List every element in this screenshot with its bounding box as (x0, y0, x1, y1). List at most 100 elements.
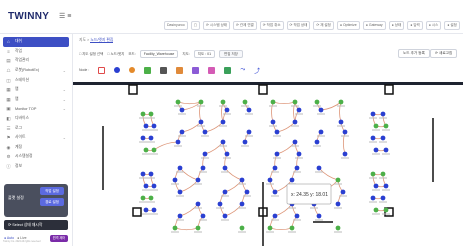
map-edge[interactable] (342, 131, 346, 155)
map-node[interactable] (370, 171, 376, 177)
map-node[interactable] (383, 147, 389, 153)
map-node[interactable] (195, 177, 201, 183)
map-node[interactable] (175, 139, 181, 145)
map-node[interactable] (335, 201, 341, 207)
map-node[interactable] (220, 139, 226, 145)
status-cell[interactable]: ▢ (190, 8, 201, 30)
map-node[interactable] (177, 165, 183, 171)
map-node[interactable] (148, 195, 154, 201)
map-node[interactable] (172, 225, 178, 231)
chevron-down-icon[interactable]: ⌄ (63, 68, 66, 73)
map-node[interactable] (195, 201, 201, 207)
blue-dot-tool-icon[interactable] (114, 67, 121, 73)
status-value[interactable]: ● 시스 (425, 21, 442, 30)
map-node[interactable] (380, 171, 386, 177)
chevron-down-icon[interactable]: ⌄ (63, 87, 66, 92)
sidebar-item-settings[interactable]: ⚙ 시스템설정 (0, 152, 72, 162)
status-cell[interactable]: Dasinyuroo (164, 8, 188, 30)
map-node[interactable] (202, 151, 208, 157)
map-node[interactable] (373, 147, 379, 153)
map-node[interactable] (380, 195, 386, 201)
map-node[interactable] (373, 123, 379, 129)
map-select-checkbox[interactable]: □ 지도 설정 선택 (79, 52, 103, 57)
status-cell[interactable]: ● 시스 (425, 8, 442, 30)
map-node[interactable] (224, 151, 230, 157)
map-edge[interactable] (339, 101, 342, 123)
red-square-tool-icon[interactable] (98, 66, 106, 74)
map-node[interactable] (289, 177, 295, 183)
map-node[interactable] (198, 99, 204, 105)
map-node[interactable] (289, 225, 295, 231)
sidebar-item-robot[interactable]: ☖ 로봇(RobotEx) ⌄ (0, 66, 72, 76)
map-node[interactable] (274, 129, 280, 135)
sidebar-item-map[interactable]: ▦ 맵 ⌄ (0, 85, 72, 95)
charger-tool-icon[interactable] (176, 66, 184, 74)
map-node[interactable] (318, 107, 324, 113)
map-edge[interactable] (179, 179, 199, 193)
status-value[interactable]: ⟳ 시스템 상태 (203, 21, 231, 30)
map-node[interactable] (140, 135, 146, 141)
map-node[interactable] (200, 165, 206, 171)
map-node[interactable] (148, 111, 154, 117)
map-edge[interactable] (174, 227, 199, 231)
map-node[interactable] (140, 171, 146, 177)
status-cell[interactable]: ⟳ 관제 연결 (233, 8, 257, 30)
sidebar-item-monitor[interactable]: ▣ Monitor TOP ⌄ (0, 104, 72, 114)
map-node[interactable] (217, 201, 223, 207)
map-node[interactable] (200, 213, 206, 219)
chevron-down-icon[interactable]: ⌄ (63, 135, 66, 140)
map-edge[interactable] (276, 141, 296, 155)
map-node[interactable] (267, 177, 273, 183)
map-node[interactable] (383, 123, 389, 129)
map-node[interactable] (270, 99, 276, 105)
map-node[interactable] (267, 225, 273, 231)
map-node[interactable] (239, 201, 245, 207)
map-node[interactable] (335, 177, 341, 183)
map-edge[interactable] (204, 121, 224, 133)
map-node[interactable] (148, 171, 154, 177)
sidebar-item-log[interactable]: ☰ 로그 (0, 123, 72, 133)
map-edge[interactable] (177, 101, 202, 105)
map-node[interactable] (296, 151, 302, 157)
map-edge[interactable] (179, 167, 199, 181)
map-node[interactable] (195, 225, 201, 231)
save-edit-button[interactable]: 편집 저장 (219, 50, 243, 58)
map-edge[interactable] (269, 227, 293, 231)
map-node[interactable] (373, 183, 379, 189)
map-node[interactable] (151, 147, 157, 153)
status-cell[interactable]: ⟳ 재 설정 (313, 8, 334, 30)
curve-tool-icon[interactable]: ⤴ (254, 66, 260, 75)
sidebar-item-home[interactable]: ⌂ 대쉬 (3, 37, 69, 47)
status-cell[interactable]: ● 상태 (388, 8, 405, 30)
sidebar-item-list[interactable]: ≡ 작업 (0, 47, 72, 57)
map-node[interactable] (148, 135, 154, 141)
map-node[interactable] (239, 225, 245, 231)
status-cell[interactable]: ⟳ 작업 취소 (259, 8, 284, 30)
map-node[interactable] (222, 213, 228, 219)
map-node[interactable] (294, 165, 300, 171)
menu-toggle-icon[interactable]: ☰ ≡ (59, 12, 71, 20)
map-node[interactable] (270, 119, 276, 125)
restart-button[interactable]: ⟳ Select 상태 재시작 (4, 220, 68, 230)
map-edge[interactable] (272, 101, 296, 105)
status-value[interactable]: ⟳ 작업 상태 (286, 21, 311, 30)
orange-dot-tool-icon[interactable] (129, 67, 136, 73)
sidebar-item-station[interactable]: ◫ 스테이션 (0, 75, 72, 85)
map-node[interactable] (314, 99, 320, 105)
task-settings-button[interactable]: 작업 설정 (40, 187, 64, 195)
status-value[interactable]: ● 입력 (407, 21, 423, 30)
map-node[interactable] (151, 207, 157, 213)
route-settings-button[interactable]: 경로 설정 (40, 198, 64, 206)
status-cell[interactable]: ● 설정 (444, 8, 460, 30)
map-node[interactable] (172, 177, 178, 183)
map-node[interactable] (274, 151, 280, 157)
map-node[interactable] (143, 183, 149, 189)
map-node[interactable] (222, 189, 228, 195)
map-edge[interactable] (293, 101, 296, 123)
map-node[interactable] (370, 195, 376, 201)
map-edge[interactable] (318, 167, 339, 181)
map-node[interactable] (242, 99, 248, 105)
map-node[interactable] (383, 207, 389, 213)
map-node[interactable] (239, 177, 245, 183)
refresh-button[interactable]: ⟳ 새로고침 (430, 49, 458, 58)
